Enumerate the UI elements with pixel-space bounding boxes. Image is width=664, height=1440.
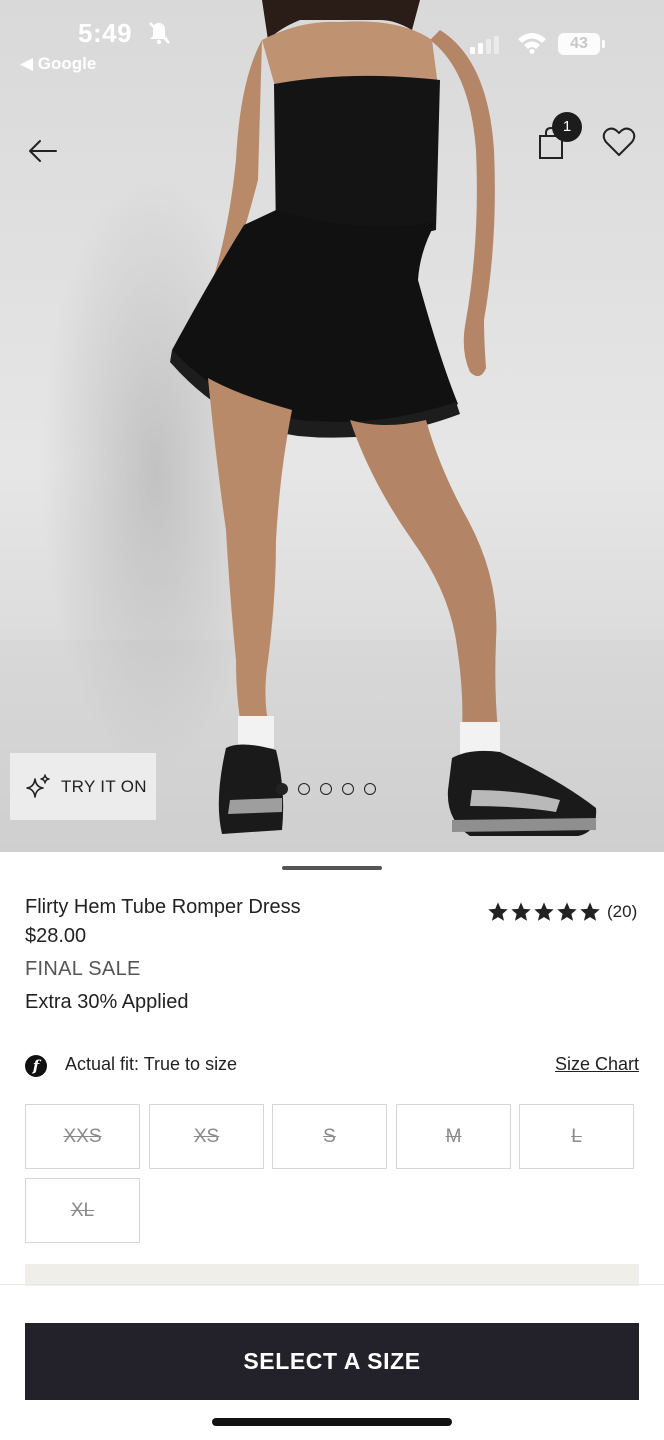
home-indicator[interactable] <box>212 1418 452 1426</box>
silent-bell-icon <box>149 22 170 45</box>
try-it-on-label: TRY IT ON <box>61 776 147 796</box>
cart-count-badge: 1 <box>552 112 582 142</box>
fit-logo-icon: f <box>25 1055 47 1077</box>
star-icon <box>488 902 508 921</box>
star-icon <box>557 902 577 921</box>
back-app-label: Google <box>37 54 97 73</box>
product-title: Flirty Hem Tube Romper Dress <box>25 896 301 918</box>
size-chart-link[interactable]: Size Chart <box>555 1054 639 1075</box>
back-caret-icon: ◀ <box>20 54 38 73</box>
size-option-l[interactable]: L <box>519 1104 634 1169</box>
star-icon <box>534 902 554 921</box>
battery-indicator: 43 <box>558 33 605 55</box>
wifi-icon <box>518 33 546 54</box>
fit-text: Actual fit: True to size <box>65 1054 238 1074</box>
product-price: $28.00 <box>25 925 87 947</box>
final-sale-label: FINAL SALE <box>25 958 141 980</box>
review-count: (20) <box>607 902 638 921</box>
pagination-dot[interactable] <box>298 783 310 795</box>
divider <box>0 1284 664 1285</box>
star-icon <box>511 902 531 921</box>
status-bar: 5:49 ◀ Google 43 <box>0 0 664 80</box>
select-size-button[interactable]: SELECT A SIZE <box>25 1323 639 1400</box>
pagination-dot[interactable] <box>364 783 376 795</box>
pagination-dot[interactable] <box>320 783 332 795</box>
cell-signal-icon <box>470 36 499 54</box>
promo-applied-label: Extra 30% Applied <box>25 991 189 1013</box>
gallery-pagination <box>276 783 376 797</box>
product-image-gallery[interactable]: 5:49 ◀ Google 43 1 TRY IT ON <box>0 0 664 852</box>
size-option-m[interactable]: M <box>396 1104 511 1169</box>
size-option-xs[interactable]: XS <box>149 1104 264 1169</box>
heart-icon[interactable] <box>602 126 636 158</box>
try-it-on-button[interactable]: TRY IT ON <box>10 753 156 820</box>
fit-info-row: f Actual fit: True to size Size Chart <box>25 1052 639 1080</box>
promo-banner-strip <box>25 1264 639 1286</box>
sheet-drag-handle[interactable] <box>282 866 382 870</box>
size-option-xl[interactable]: XL <box>25 1178 140 1243</box>
star-icon <box>580 902 600 921</box>
size-option-s[interactable]: S <box>272 1104 387 1169</box>
pagination-dot[interactable] <box>276 783 288 795</box>
status-time: 5:49 <box>78 18 133 48</box>
pagination-dot[interactable] <box>342 783 354 795</box>
rating-stars <box>487 901 601 923</box>
sparkle-icon <box>26 773 50 798</box>
product-rating[interactable]: (20) <box>487 901 637 923</box>
back-to-app-link[interactable]: ◀ Google <box>20 54 96 74</box>
size-option-xxs[interactable]: XXS <box>25 1104 140 1169</box>
back-arrow-icon[interactable] <box>26 134 60 168</box>
